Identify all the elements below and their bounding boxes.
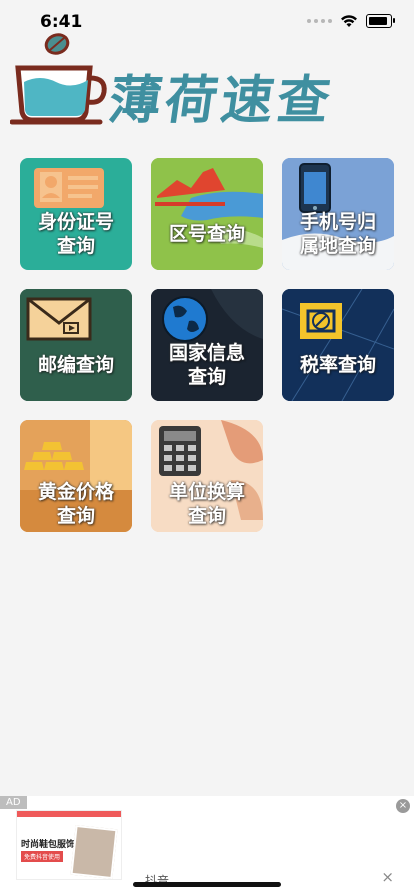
ad-dismiss-button[interactable]: × [381, 868, 394, 886]
home-indicator [133, 882, 281, 887]
recycle-icon [282, 289, 394, 401]
ad-banner[interactable]: AD × 时尚鞋包服饰 免费抖音使用 [0, 796, 414, 896]
ad-close-button[interactable]: × [396, 799, 410, 813]
envelope-icon [20, 289, 132, 401]
tea-cup-icon [10, 33, 107, 125]
tile-label-line: 身份证号 [37, 211, 114, 233]
tile-label-line: 黄金价格 [37, 481, 114, 503]
tile-phone-location-query[interactable]: 手机号归 属地查询 [282, 158, 394, 270]
tile-label-line: 区号查询 [168, 223, 245, 245]
tile-label-line: 属地查询 [299, 235, 376, 257]
tile-area-code-query[interactable]: 区号查询 [151, 158, 263, 270]
wifi-icon [341, 14, 357, 27]
ad-thumb-photo [70, 824, 118, 879]
tile-label-line: 国家信息 [168, 342, 245, 364]
ad-thumb-stripe [17, 811, 121, 817]
tile-label-line: 税率查询 [299, 354, 376, 376]
map-icon [151, 158, 263, 270]
ad-badge: AD [0, 796, 27, 809]
tile-id-card-query[interactable]: 身份证号 查询 [20, 158, 132, 270]
tile-postcode-query[interactable]: 邮编查询 [20, 289, 132, 401]
cellular-signal-icon [307, 19, 332, 23]
tile-label-line: 查询 [56, 235, 95, 257]
app-title: 薄荷速查 [105, 71, 338, 131]
ad-thumbnail[interactable]: 时尚鞋包服饰 免费抖音使用 [16, 810, 122, 880]
ad-thumb-title: 时尚鞋包服饰 [21, 840, 76, 850]
tile-tax-rate-query[interactable]: 税率查询 [282, 289, 394, 401]
ad-thumb-subtitle: 免费抖音使用 [21, 851, 64, 862]
tile-label-line: 查询 [187, 366, 226, 388]
status-icons [307, 14, 395, 28]
status-time: 6:41 [40, 12, 83, 32]
tile-label-line: 手机号归 [299, 211, 376, 233]
tile-gold-price-query[interactable]: 黄金价格 查询 [20, 420, 132, 532]
tile-label-line: 邮编查询 [37, 354, 114, 376]
tile-label-line: 查询 [56, 505, 95, 527]
tile-unit-conversion-query[interactable]: 单位换算 查询 [151, 420, 263, 532]
tile-country-info-query[interactable]: 国家信息 查询 [151, 289, 263, 401]
tile-label-line: 单位换算 [168, 481, 245, 503]
tile-label-line: 查询 [187, 505, 226, 527]
battery-icon [366, 14, 395, 28]
